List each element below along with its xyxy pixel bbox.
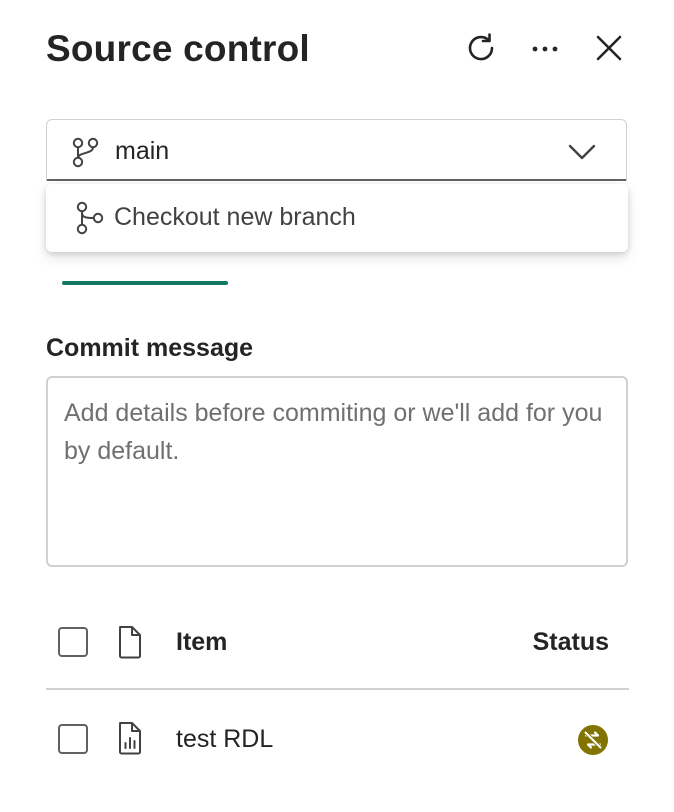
branch-fork-icon bbox=[76, 201, 104, 235]
branch-name: main bbox=[115, 137, 170, 165]
select-all-checkbox[interactable] bbox=[58, 627, 88, 657]
row-checkbox[interactable] bbox=[58, 724, 88, 754]
commit-message-label: Commit message bbox=[46, 334, 254, 362]
table-row: test RDL bbox=[46, 704, 629, 774]
report-file-icon bbox=[119, 722, 141, 755]
commit-message-input[interactable] bbox=[46, 376, 628, 567]
column-header-status: Status bbox=[532, 628, 609, 656]
chevron-down-icon bbox=[568, 144, 596, 160]
menu-item-label: Checkout new branch bbox=[114, 203, 356, 231]
conflict-status-icon bbox=[578, 725, 608, 755]
branch-dropdown-menu: Checkout new branch bbox=[46, 184, 628, 252]
branch-selector[interactable]: main bbox=[46, 119, 627, 181]
close-button[interactable] bbox=[589, 28, 629, 68]
refresh-icon bbox=[468, 33, 494, 61]
item-name[interactable]: test RDL bbox=[176, 725, 273, 754]
active-tab-indicator bbox=[62, 281, 228, 285]
branch-icon bbox=[72, 137, 99, 168]
source-control-panel: Source control main Checkout new branch … bbox=[0, 0, 674, 812]
page-title: Source control bbox=[46, 28, 310, 69]
refresh-button[interactable] bbox=[461, 28, 501, 68]
menu-item-checkout-new-branch[interactable]: Checkout new branch bbox=[46, 184, 628, 252]
more-options-button[interactable] bbox=[525, 28, 565, 68]
close-icon bbox=[596, 35, 622, 61]
more-horizontal-icon bbox=[532, 46, 558, 52]
table-divider bbox=[46, 688, 629, 690]
file-icon bbox=[119, 626, 141, 659]
column-header-item: Item bbox=[176, 628, 228, 656]
